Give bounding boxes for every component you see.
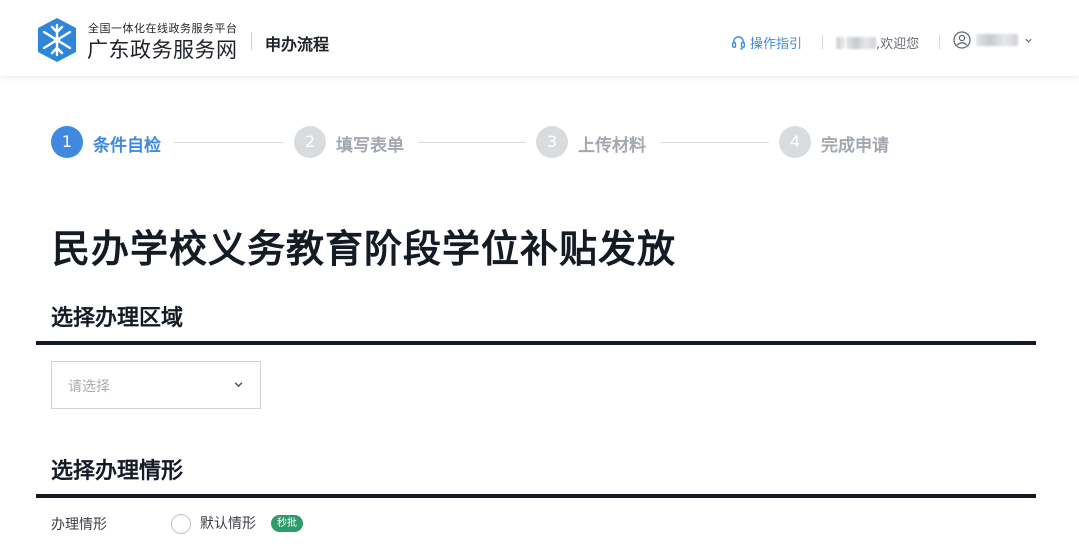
step-4-number: 4	[779, 126, 811, 158]
default-situation-radio[interactable]	[171, 514, 191, 534]
section-divider	[36, 341, 1036, 345]
step-3-number: 3	[536, 126, 568, 158]
welcome-message: ,欢迎您	[836, 33, 919, 52]
default-situation-label[interactable]: 默认情形	[200, 513, 256, 533]
header-separator	[939, 35, 940, 49]
chevron-down-icon	[234, 382, 243, 388]
situation-row-label: 办理情形	[51, 517, 107, 533]
step-4-label: 完成申请	[821, 136, 889, 156]
chevron-down-icon	[1025, 38, 1032, 43]
step-2-number: 2	[294, 126, 326, 158]
logo-icon[interactable]	[34, 16, 80, 64]
redacted-username	[836, 36, 844, 49]
user-menu[interactable]	[953, 31, 1033, 49]
guide-label: 操作指引	[750, 37, 803, 52]
step-connector	[660, 142, 769, 143]
headset-icon	[732, 36, 745, 50]
step-2-label: 填写表单	[336, 136, 404, 156]
section-divider	[36, 494, 1036, 498]
step-1-label: 条件自检	[93, 136, 161, 156]
instant-approval-badge: 秒批	[271, 515, 303, 532]
step-1-number: 1	[51, 126, 83, 158]
region-select-placeholder: 请选择	[68, 379, 110, 395]
header-divider	[251, 32, 252, 50]
guide-link[interactable]: 操作指引	[731, 33, 802, 52]
header-separator	[822, 35, 823, 49]
page-title: 民办学校义务教育阶段学位补贴发放	[52, 227, 677, 271]
welcome-text: ,欢迎您	[876, 37, 920, 52]
user-circle-icon	[953, 31, 971, 49]
situation-section-title: 选择办理情形	[51, 459, 184, 484]
redacted-username	[846, 36, 876, 49]
top-header: 全国一体化在线政务服务平台 广东政务服务网 申办流程 操作指引 ,欢迎您	[0, 0, 1079, 76]
header-section-title: 申办流程	[265, 35, 330, 54]
region-select[interactable]: 请选择	[51, 361, 261, 409]
step-connector	[174, 142, 284, 143]
region-section-title: 选择办理区域	[51, 306, 184, 331]
step-connector	[418, 142, 526, 143]
redacted-account	[976, 34, 1018, 46]
step-3-label: 上传材料	[578, 136, 646, 156]
logo-title[interactable]: 广东政务服务网	[87, 34, 238, 64]
